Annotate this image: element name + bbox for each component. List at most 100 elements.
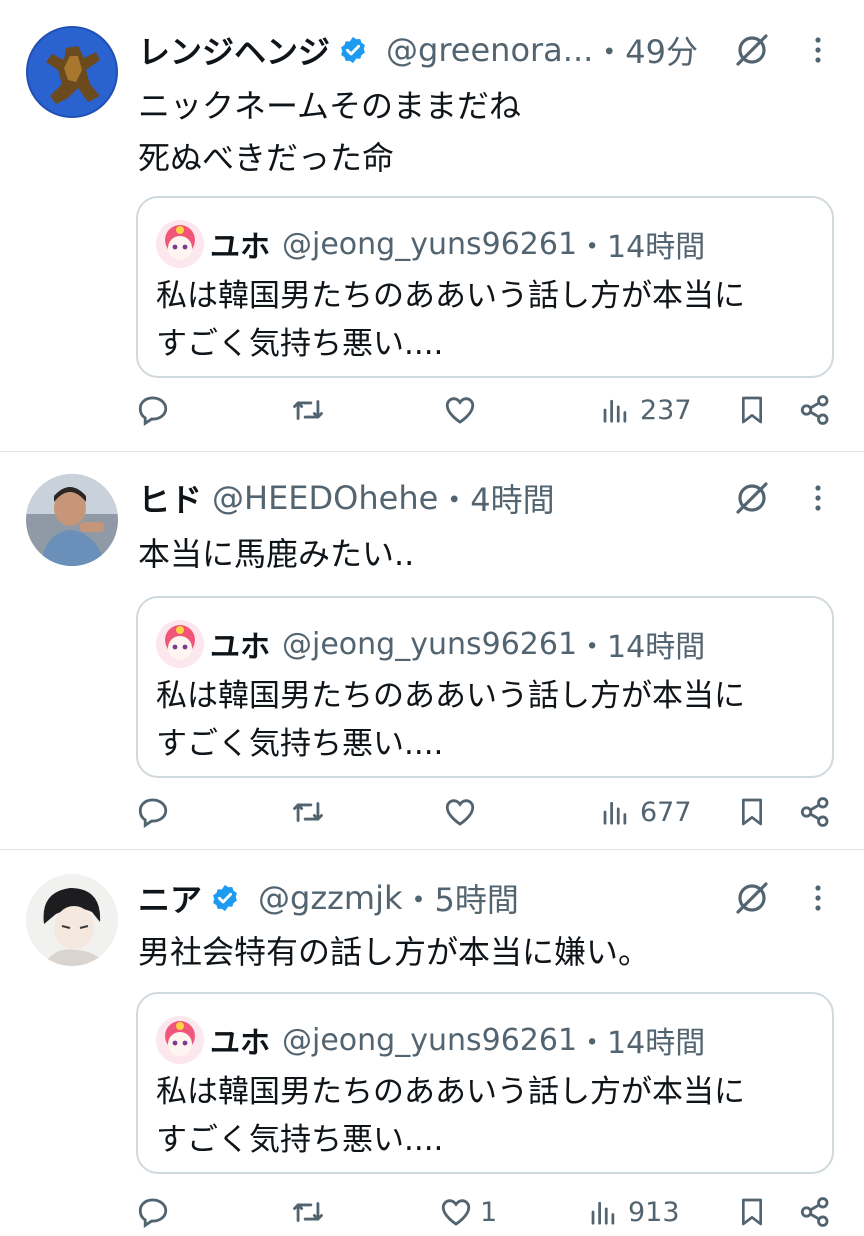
tweet-text-line: 本当に馬鹿みたい.. [138, 535, 415, 573]
quoted-display-name: ユホ [210, 1026, 270, 1061]
tweet-divider [0, 849, 864, 850]
tweet-text-line: ニックネームそのままだね [138, 87, 522, 125]
reply-icon [138, 1198, 168, 1228]
grok-icon[interactable] [732, 878, 772, 918]
avatar[interactable] [26, 874, 118, 966]
user-handle[interactable]: @greenora... [386, 31, 593, 69]
share-button[interactable] [798, 386, 832, 434]
views-button[interactable]: 913 [588, 1188, 680, 1236]
like-count: 1 [480, 1196, 498, 1228]
avatar-image [26, 874, 118, 966]
timestamp[interactable]: ・49分 [593, 27, 698, 73]
quoted-text: 私は韓国男たちのああいう話し方が本当に すごく気持ち悪い.... [156, 1068, 745, 1164]
view-count: 913 [628, 1196, 680, 1228]
tweet-text: 本当に馬鹿みたい.. [138, 528, 414, 580]
display-name[interactable]: ニア [138, 875, 202, 921]
action-bar: 677 [0, 788, 864, 836]
more-icon[interactable] [806, 878, 830, 918]
quoted-avatar [156, 620, 204, 668]
more-icon[interactable] [806, 30, 830, 70]
reply-icon [138, 396, 168, 426]
views-icon [603, 399, 627, 423]
views-button[interactable]: 677 [600, 788, 692, 836]
heart-icon [441, 1199, 471, 1226]
reply-icon [138, 798, 168, 828]
quoted-text-line: すごく気持ち悪い.... [156, 726, 444, 762]
tweet-header: ニア @gzzmjk ・5時間 [138, 876, 519, 920]
retweet-icon [293, 802, 323, 822]
quoted-avatar [156, 220, 204, 268]
like-button[interactable] [442, 386, 484, 434]
quoted-text-line: 私は韓国男たちのああいう話し方が本当に [156, 278, 745, 314]
quoted-display-name: ユホ [210, 630, 270, 665]
quoted-text-line: すごく気持ち悪い.... [156, 326, 444, 362]
quoted-avatar [156, 1016, 204, 1064]
tweet-divider [0, 451, 864, 452]
like-button[interactable] [442, 788, 484, 836]
avatar[interactable] [26, 474, 118, 566]
reply-button[interactable] [136, 386, 170, 434]
bookmark-button[interactable] [736, 386, 768, 434]
reply-button[interactable] [136, 1188, 170, 1236]
retweet-icon [293, 1202, 323, 1222]
avatar-image [26, 474, 118, 566]
action-bar: 1 913 [0, 1188, 864, 1236]
view-count: 677 [640, 796, 692, 828]
timestamp[interactable]: ・4時間 [438, 475, 554, 521]
more-icon[interactable] [806, 478, 830, 518]
heart-icon [445, 397, 475, 424]
bookmark-icon [742, 1198, 762, 1226]
share-icon [800, 797, 829, 827]
display-name[interactable]: レンジヘンジ [138, 27, 330, 73]
tweet-header: レンジヘンジ @greenora... ・49分 [138, 28, 698, 72]
retweet-icon [293, 400, 323, 420]
quoted-tweet[interactable]: ユホ @jeong_yuns96261 ・14時間 私は韓国男たちのああいう話し… [136, 596, 834, 778]
quoted-tweet[interactable]: ユホ @jeong_yuns96261 ・14時間 私は韓国男たちのああいう話し… [136, 992, 834, 1174]
verified-badge-icon [341, 36, 365, 64]
quoted-avatar-image [156, 620, 204, 668]
quoted-header: ユホ @jeong_yuns96261 ・14時間 [210, 1018, 705, 1062]
avatar-image [26, 26, 118, 118]
timestamp[interactable]: ・5時間 [403, 875, 519, 921]
quoted-text-line: 私は韓国男たちのああいう話し方が本当に [156, 678, 745, 714]
tweet-header: ヒド @HEEDOhehe ・4時間 [138, 476, 555, 520]
quoted-text-line: 私は韓国男たちのああいう話し方が本当に [156, 1074, 745, 1110]
quoted-header: ユホ @jeong_yuns96261 ・14時間 [210, 222, 705, 266]
quoted-text: 私は韓国男たちのああいう話し方が本当に すごく気持ち悪い.... [156, 272, 745, 368]
quoted-handle: @jeong_yuns96261 [282, 226, 578, 262]
quoted-text: 私は韓国男たちのああいう話し方が本当に すごく気持ち悪い.... [156, 672, 745, 768]
quoted-handle: @jeong_yuns96261 [282, 626, 578, 662]
bookmark-button[interactable] [736, 788, 768, 836]
retweet-button[interactable] [290, 788, 326, 836]
bookmark-icon [742, 798, 762, 826]
like-button[interactable]: 1 [438, 1188, 497, 1236]
grok-icon[interactable] [732, 478, 772, 518]
reply-button[interactable] [136, 788, 170, 836]
user-handle[interactable]: @HEEDOhehe [212, 479, 438, 517]
quoted-display-name: ユホ [210, 230, 270, 265]
quoted-timestamp: ・14時間 [577, 230, 706, 265]
share-icon [800, 1197, 829, 1227]
quoted-avatar-image [156, 220, 204, 268]
share-icon [800, 395, 829, 425]
avatar[interactable] [26, 26, 118, 118]
quoted-timestamp: ・14時間 [577, 630, 706, 665]
grok-icon[interactable] [732, 30, 772, 70]
views-icon [603, 801, 627, 825]
quoted-header: ユホ @jeong_yuns96261 ・14時間 [210, 622, 705, 666]
quoted-handle: @jeong_yuns96261 [282, 1022, 578, 1058]
tweet-text: 男社会特有の話し方が本当に嫌い。 [138, 926, 650, 978]
share-button[interactable] [798, 1188, 832, 1236]
retweet-button[interactable] [290, 386, 326, 434]
quoted-avatar-image [156, 1016, 204, 1064]
display-name[interactable]: ヒド [138, 475, 202, 521]
quoted-tweet[interactable]: ユホ @jeong_yuns96261 ・14時間 私は韓国男たちのああいう話し… [136, 196, 834, 378]
share-button[interactable] [798, 788, 832, 836]
views-button[interactable]: 237 [600, 386, 692, 434]
user-handle[interactable]: @gzzmjk [258, 879, 403, 917]
bookmark-button[interactable] [736, 1188, 768, 1236]
retweet-button[interactable] [290, 1188, 326, 1236]
bookmark-icon [742, 396, 762, 424]
verified-badge-icon [213, 884, 237, 912]
action-bar: 237 [0, 386, 864, 434]
